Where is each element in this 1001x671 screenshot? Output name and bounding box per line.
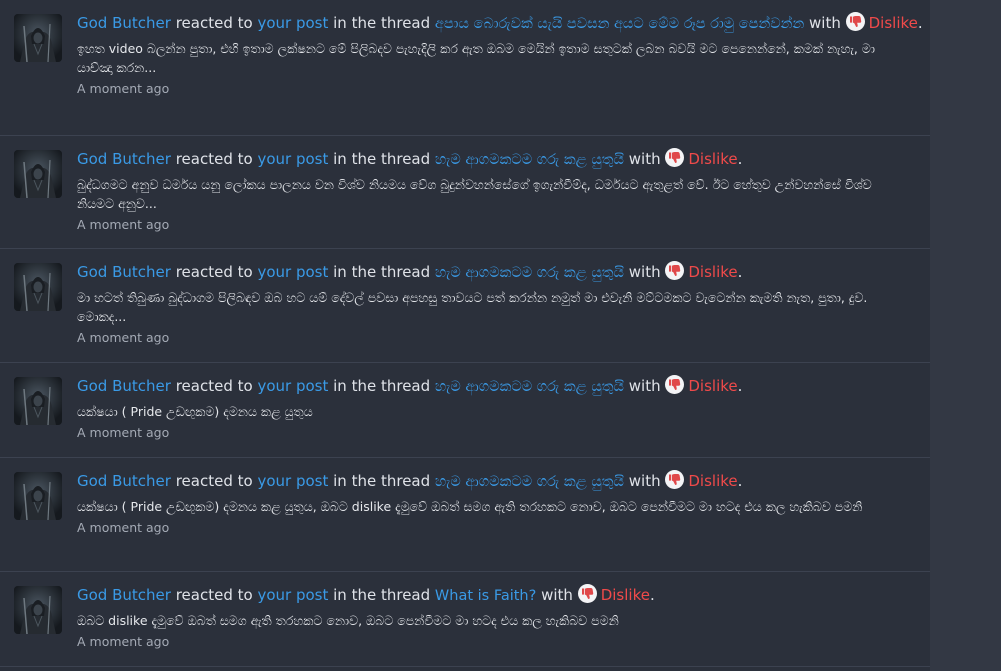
in-thread-text: in the thread bbox=[333, 263, 431, 281]
thread-link[interactable]: හැම ආගමකටම ගරු කළ යුතුයි bbox=[435, 265, 624, 281]
reaction-name: Dislike bbox=[688, 472, 738, 490]
reaction-name: Dislike bbox=[688, 377, 738, 395]
reacted-text: reacted to bbox=[175, 263, 253, 281]
alert-snippet: බුද්ධගමට අනුව ධර්මය යනු ලෝකය පාලනය වන වි… bbox=[77, 177, 872, 211]
alert-content: God Butcher reacted to your post in the … bbox=[77, 584, 910, 651]
post-link[interactable]: your post bbox=[257, 150, 328, 168]
alert-time[interactable]: A moment ago bbox=[77, 424, 910, 442]
thread-link[interactable]: What is Faith? bbox=[435, 588, 536, 604]
username-link[interactable]: God Butcher bbox=[77, 586, 171, 604]
post-link[interactable]: your post bbox=[257, 377, 328, 395]
alert-snippet: ඔබට dislike දැමුවේ ඔබත් සමග ඇති තරහකට නො… bbox=[77, 613, 619, 628]
with-text: with bbox=[628, 263, 661, 281]
with-text: with bbox=[541, 586, 573, 604]
reacted-text: reacted to bbox=[175, 377, 253, 395]
username-link[interactable]: God Butcher bbox=[77, 263, 171, 281]
avatar[interactable] bbox=[14, 377, 62, 425]
with-text: with bbox=[628, 472, 661, 490]
period-text: . bbox=[737, 472, 743, 490]
with-text: with bbox=[628, 150, 661, 168]
in-thread-text: in the thread bbox=[333, 472, 431, 490]
period-text: . bbox=[649, 586, 655, 604]
hooded-figure-avatar-icon bbox=[14, 586, 62, 634]
thread-link[interactable]: හැම ආගමකටම ගරු කළ යුතුයි bbox=[435, 474, 624, 490]
with-text: with bbox=[628, 377, 661, 395]
avatar[interactable] bbox=[14, 586, 62, 634]
alert-headline: God Butcher reacted to your post in the … bbox=[77, 261, 910, 285]
reacted-text: reacted to bbox=[175, 586, 253, 604]
alert-headline: God Butcher reacted to your post in the … bbox=[77, 148, 910, 172]
alert-content: God Butcher reacted to your post in the … bbox=[77, 12, 923, 98]
alert-item[interactable]: God Butcher reacted to your post in the … bbox=[0, 249, 930, 363]
alert-headline: God Butcher reacted to your post in the … bbox=[77, 375, 910, 399]
post-link[interactable]: your post bbox=[257, 14, 328, 32]
alert-content: God Butcher reacted to your post in the … bbox=[77, 470, 910, 537]
thumbs-down-icon bbox=[845, 12, 865, 31]
reaction-name: Dislike bbox=[600, 586, 650, 604]
post-link[interactable]: your post bbox=[257, 263, 328, 281]
in-thread-text: in the thread bbox=[333, 377, 431, 395]
hooded-figure-avatar-icon bbox=[14, 150, 62, 198]
alert-headline: God Butcher reacted to your post in the … bbox=[77, 12, 923, 36]
alert-time[interactable]: A moment ago bbox=[77, 329, 910, 347]
reaction-name: Dislike bbox=[868, 14, 918, 32]
username-link[interactable]: God Butcher bbox=[77, 472, 171, 490]
alert-item[interactable]: God Butcher reacted to your post in the … bbox=[0, 572, 930, 667]
in-thread-text: in the thread bbox=[333, 14, 431, 32]
thread-link[interactable]: අපාය බොරුවක් යැයි පවසන අයට මේම රූප රාමු … bbox=[435, 16, 804, 32]
in-thread-text: in the thread bbox=[333, 150, 431, 168]
period-text: . bbox=[917, 14, 923, 32]
reacted-text: reacted to bbox=[175, 150, 253, 168]
alert-content: God Butcher reacted to your post in the … bbox=[77, 375, 910, 442]
hooded-figure-avatar-icon bbox=[14, 472, 62, 520]
hooded-figure-avatar-icon bbox=[14, 263, 62, 311]
alert-headline: God Butcher reacted to your post in the … bbox=[77, 584, 910, 608]
thumbs-down-icon bbox=[577, 584, 597, 603]
alert-snippet: යක්ෂයා ( Pride උඩඟුකම) දමනය කළ යුතුය, ඔබ… bbox=[77, 499, 863, 514]
thumbs-down-icon bbox=[665, 470, 685, 489]
hooded-figure-avatar-icon bbox=[14, 14, 62, 62]
in-thread-text: in the thread bbox=[333, 586, 431, 604]
alert-time[interactable]: A moment ago bbox=[77, 633, 910, 651]
hooded-figure-avatar-icon bbox=[14, 377, 62, 425]
avatar[interactable] bbox=[14, 14, 62, 62]
alerts-panel: God Butcher reacted to your post in the … bbox=[0, 0, 930, 671]
alert-content: God Butcher reacted to your post in the … bbox=[77, 148, 910, 234]
alert-snippet: ඉහත video බලන්න පුතා, එහි ඉතාම ලක්ෂනට මේ… bbox=[77, 41, 875, 75]
reaction-name: Dislike bbox=[688, 263, 738, 281]
reacted-text: reacted to bbox=[175, 472, 253, 490]
avatar[interactable] bbox=[14, 150, 62, 198]
thread-link[interactable]: හැම ආගමකටම ගරු කළ යුතුයි bbox=[435, 152, 624, 168]
alert-item[interactable]: God Butcher reacted to your post in the … bbox=[0, 0, 930, 136]
thumbs-down-icon bbox=[665, 375, 685, 394]
thread-link[interactable]: හැම ආගමකටම ගරු කළ යුතුයි bbox=[435, 379, 624, 395]
reaction-name: Dislike bbox=[688, 150, 738, 168]
username-link[interactable]: God Butcher bbox=[77, 150, 171, 168]
alert-snippet: යක්ෂයා ( Pride උඩඟුකම) දමනය කළ යුතුය bbox=[77, 404, 313, 419]
alert-item[interactable]: God Butcher reacted to your post in the … bbox=[0, 363, 930, 458]
alert-headline: God Butcher reacted to your post in the … bbox=[77, 470, 910, 494]
post-link[interactable]: your post bbox=[257, 472, 328, 490]
avatar[interactable] bbox=[14, 472, 62, 520]
period-text: . bbox=[737, 150, 743, 168]
username-link[interactable]: God Butcher bbox=[77, 377, 171, 395]
thumbs-down-icon bbox=[665, 261, 685, 280]
alert-snippet: මා හටත් තිබුණා බුද්ධාගම පිලිබඳව ඔබ හට යම… bbox=[77, 290, 868, 324]
with-text: with bbox=[809, 14, 841, 32]
avatar[interactable] bbox=[14, 263, 62, 311]
alert-item[interactable]: God Butcher reacted to your post in the … bbox=[0, 458, 930, 572]
reacted-text: reacted to bbox=[175, 14, 253, 32]
alert-item[interactable]: God Butcher reacted to your post in the … bbox=[0, 136, 930, 249]
period-text: . bbox=[737, 377, 743, 395]
alert-time[interactable]: A moment ago bbox=[77, 216, 910, 234]
period-text: . bbox=[737, 263, 743, 281]
username-link[interactable]: God Butcher bbox=[77, 14, 171, 32]
thumbs-down-icon bbox=[665, 148, 685, 167]
post-link[interactable]: your post bbox=[257, 586, 328, 604]
alert-content: God Butcher reacted to your post in the … bbox=[77, 261, 910, 347]
alert-time[interactable]: A moment ago bbox=[77, 80, 910, 98]
side-gutter bbox=[930, 0, 1001, 671]
alert-time[interactable]: A moment ago bbox=[77, 519, 910, 537]
